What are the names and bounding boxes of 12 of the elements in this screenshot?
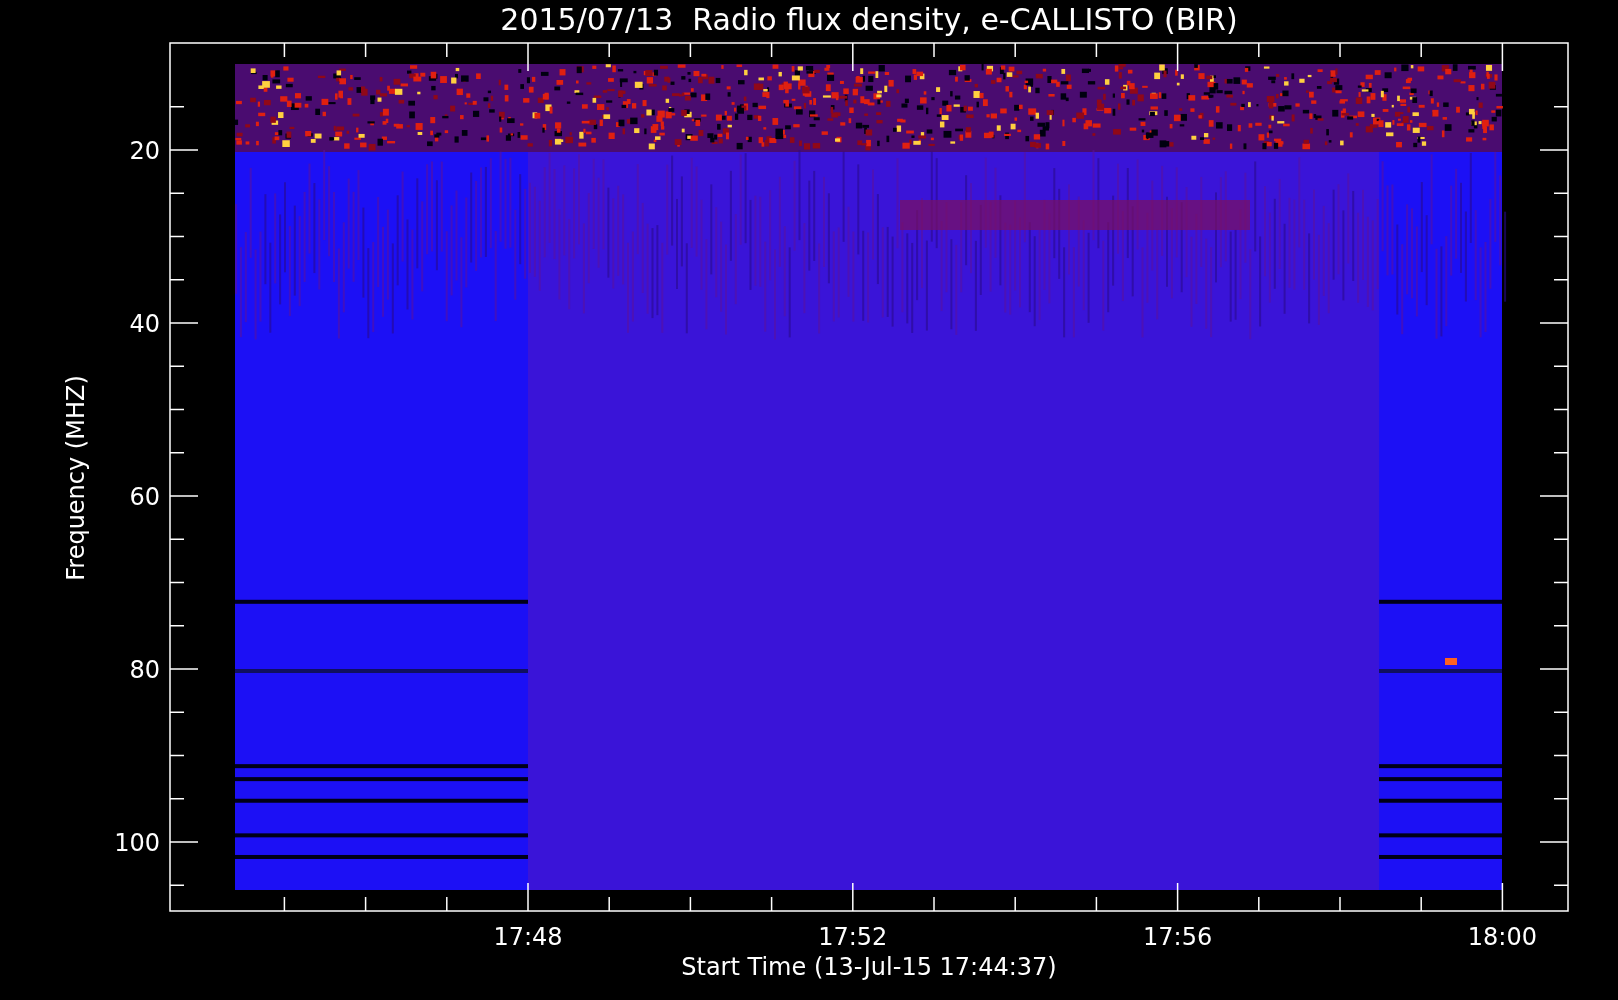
x-tick-label: 17:56: [1143, 923, 1213, 951]
plot-title: 2015/07/13 Radio flux density, e-CALLISTO (BIR): [500, 2, 1238, 37]
y-tick-label: 20: [129, 137, 160, 165]
y-axis-label: Frequency (MHZ): [62, 375, 90, 581]
x-tick-label: 17:52: [818, 923, 888, 951]
y-tick-label: 60: [129, 483, 160, 511]
y-tick-label: 100: [114, 829, 160, 857]
x-tick-label: 18:00: [1467, 923, 1537, 951]
x-axis-label: Start Time (13-Jul-15 17:44:37): [681, 953, 1057, 981]
y-tick-label: 80: [129, 656, 160, 684]
y-tick-label: 40: [129, 310, 160, 338]
x-tick-label: 17:48: [493, 923, 563, 951]
